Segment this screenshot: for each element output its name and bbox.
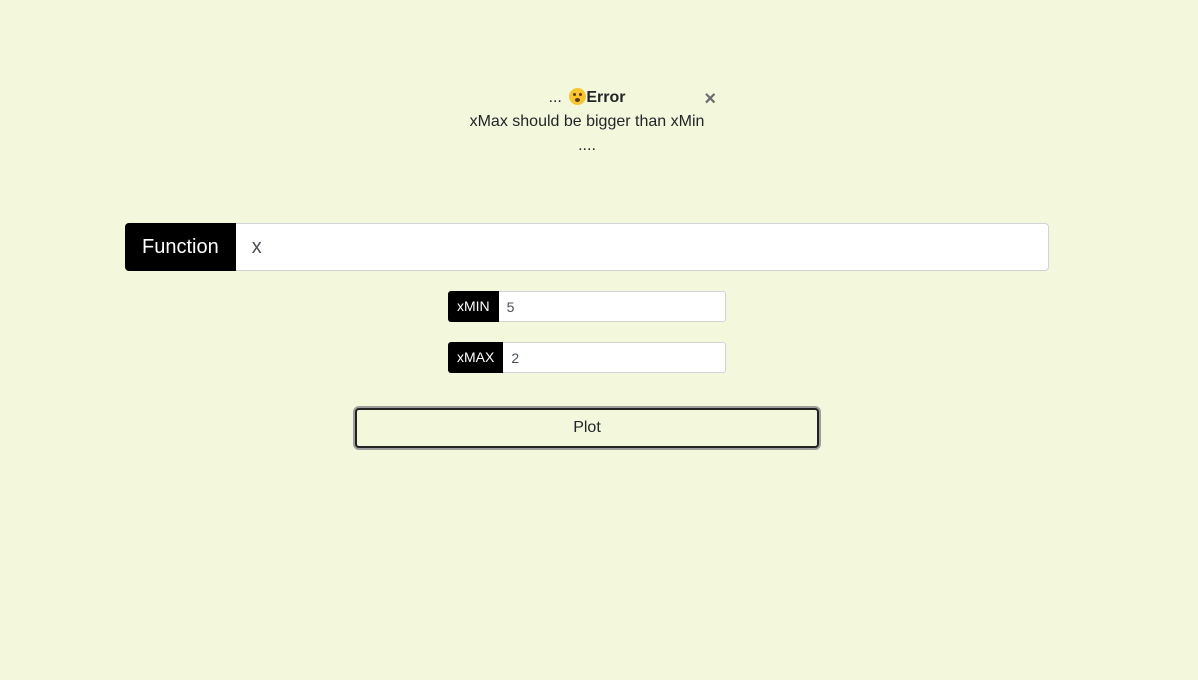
function-input-group: Function — [125, 223, 1049, 271]
alert-message: xMax should be bigger than xMin — [469, 113, 705, 130]
alert-prefix: ... — [548, 89, 562, 106]
close-icon[interactable]: × — [704, 86, 716, 112]
xmin-input-group: xMIN — [448, 291, 726, 322]
function-label: Function — [125, 223, 236, 271]
page: ... Error × xMax should be bigger than x… — [0, 0, 1198, 680]
function-input[interactable] — [235, 223, 1049, 271]
alert-title-row: ... Error × — [446, 86, 728, 110]
worried-face-icon — [569, 88, 587, 105]
xmax-input[interactable] — [503, 342, 726, 373]
plot-button[interactable]: Plot — [355, 408, 819, 448]
error-alert: ... Error × xMax should be bigger than x… — [446, 86, 728, 158]
xmax-label: xMAX — [448, 342, 504, 373]
alert-heading: Error — [586, 89, 626, 106]
xmax-input-group: xMAX — [448, 342, 726, 373]
alert-trailer: .... — [578, 137, 596, 154]
xmin-input[interactable] — [498, 291, 726, 322]
xmin-label: xMIN — [448, 291, 499, 322]
